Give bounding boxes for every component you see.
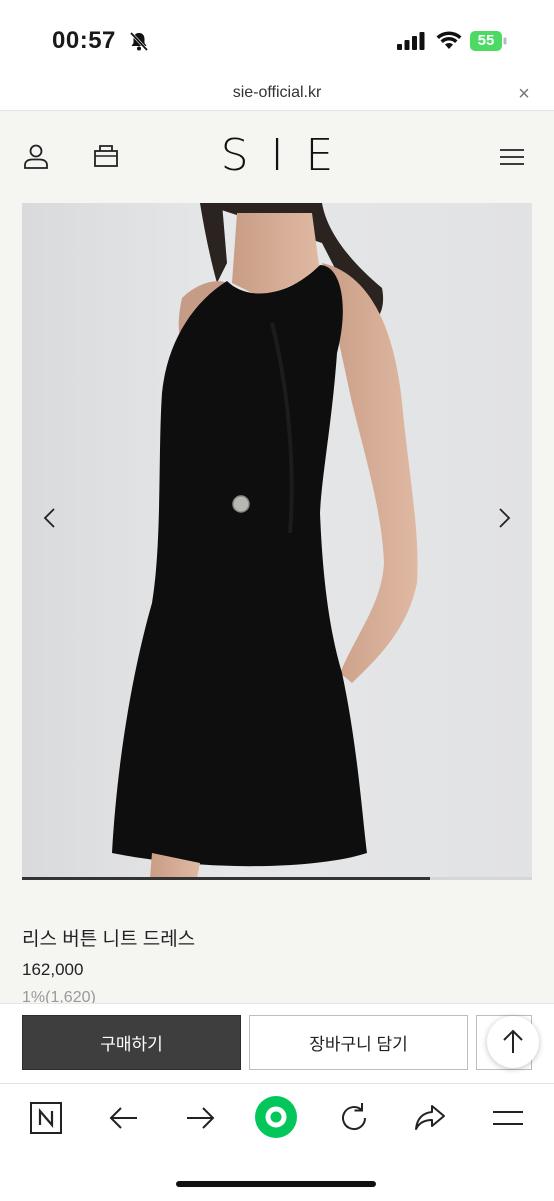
add-to-cart-button[interactable]: 장바구니 담기 [249,1015,468,1070]
home-indicator [176,1181,376,1187]
battery-percent: 55 [477,32,495,49]
product-photo[interactable] [22,203,532,878]
wifi-icon [436,31,462,49]
chevron-right-icon[interactable] [490,504,518,532]
slide-progress-fill [22,877,430,880]
product-price: 162,000 [22,960,84,979]
naver-n-icon[interactable] [28,1100,64,1136]
model-dress-illustration [112,203,418,878]
url-text[interactable]: sie-official.kr [0,84,554,102]
back-arrow-icon[interactable] [106,1100,142,1136]
arrow-up-icon [503,1029,523,1053]
signal-icon [397,32,425,50]
status-time: 00:57 [52,27,116,54]
chevron-left-icon[interactable] [36,504,64,532]
share-icon[interactable] [412,1100,448,1136]
buy-now-button[interactable]: 구매하기 [22,1015,241,1070]
green-home-icon[interactable] [253,1094,299,1140]
site-logo[interactable]: SIE [0,130,554,181]
product-name: 리스 버튼 니트 드레스 [22,929,196,950]
hamburger-menu-icon[interactable] [498,144,526,170]
scroll-to-top-button[interactable] [487,1016,539,1068]
forward-arrow-icon[interactable] [182,1100,218,1136]
close-icon[interactable]: × [512,82,536,106]
bell-slash-icon [129,31,149,52]
refresh-icon[interactable] [336,1100,372,1136]
menu-icon[interactable] [490,1100,526,1136]
